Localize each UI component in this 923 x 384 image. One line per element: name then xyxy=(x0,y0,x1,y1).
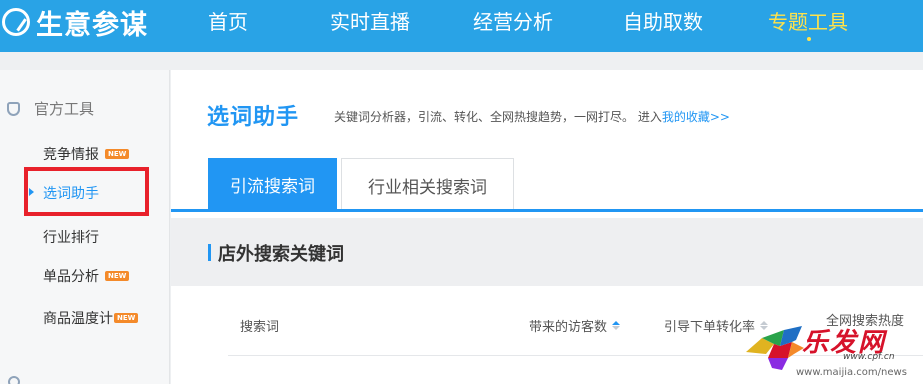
tab-label: 行业相关搜索词 xyxy=(368,177,487,198)
favorites-link[interactable]: 我的收藏>> xyxy=(662,110,730,124)
top-nav-bar: 生意参谋 首页 实时直播 经营分析 自助取数 专题工具 xyxy=(0,0,923,52)
column-header-visitors[interactable]: 带来的访客数 xyxy=(529,316,621,335)
watermark-bird-icon xyxy=(746,326,804,370)
nav-item-tools[interactable]: 专题工具 xyxy=(768,6,848,35)
new-badge: NEW xyxy=(105,149,130,159)
sidebar-item-industry-ranking[interactable]: 行业排行 xyxy=(43,227,99,247)
shield-icon xyxy=(7,101,20,116)
tabs-underline xyxy=(171,209,923,212)
watermark-url: www.maijia.com/news xyxy=(796,367,907,378)
section-title: 店外搜索关键词 xyxy=(218,244,344,265)
nav-item-data-extract[interactable]: 自助取数 xyxy=(623,6,703,35)
new-badge: NEW xyxy=(114,313,139,323)
sidebar-item-product-analysis[interactable]: 单品分析 NEW xyxy=(43,266,130,286)
new-badge: NEW xyxy=(105,271,130,281)
watermark: 乐发网 www.cpf.cn www.maijia.com/news xyxy=(740,318,923,384)
nav-item-live[interactable]: 实时直播 xyxy=(330,6,410,35)
sidebar-section-title: 官方工具 xyxy=(34,100,95,118)
sidebar-item-label: 行业排行 xyxy=(43,230,99,246)
nav-item-analysis[interactable]: 经营分析 xyxy=(473,6,553,35)
active-nav-indicator xyxy=(807,37,811,41)
sort-icon[interactable] xyxy=(612,321,621,330)
page-title: 选词助手 xyxy=(207,105,300,130)
section-header: 店外搜索关键词 xyxy=(171,218,923,286)
nav-item-home[interactable]: 首页 xyxy=(208,6,248,35)
brand-name: 生意参谋 xyxy=(36,9,148,41)
sidebar-item-label: 单品分析 xyxy=(43,269,99,285)
column-header-keyword: 搜索词 xyxy=(240,316,279,335)
highlight-box xyxy=(24,167,149,216)
column-label: 带来的访客数 xyxy=(529,320,608,335)
brand-logo-icon xyxy=(2,8,30,36)
watermark-domain: www.cpf.cn xyxy=(843,352,895,362)
tab-traffic-keywords[interactable]: 引流搜索词 xyxy=(208,158,337,211)
sidebar-section-header: 官方工具 xyxy=(7,98,94,119)
sidebar-item-competition[interactable]: 竞争情报 NEW xyxy=(43,144,130,164)
column-label: 搜索词 xyxy=(240,320,280,335)
sidebar-item-label: 商品温度计 xyxy=(43,311,113,327)
brand[interactable]: 生意参谋 xyxy=(0,4,148,41)
page-description: 关键词分析器，引流、转化、全网热搜趋势，一网打尽。 进入我的收藏>> xyxy=(334,108,730,125)
sidebar-section-icon xyxy=(8,376,20,384)
tab-industry-keywords[interactable]: 行业相关搜索词 xyxy=(341,158,514,211)
page-description-text: 关键词分析器，引流、转化、全网热搜趋势，一网打尽。 进入 xyxy=(334,110,662,124)
section-accent-bar xyxy=(208,244,211,261)
tab-label: 引流搜索词 xyxy=(230,177,315,197)
sidebar-item-label: 竞争情报 xyxy=(43,147,99,163)
sidebar-item-product-thermometer[interactable]: 商品温度计 NEW xyxy=(43,308,139,328)
